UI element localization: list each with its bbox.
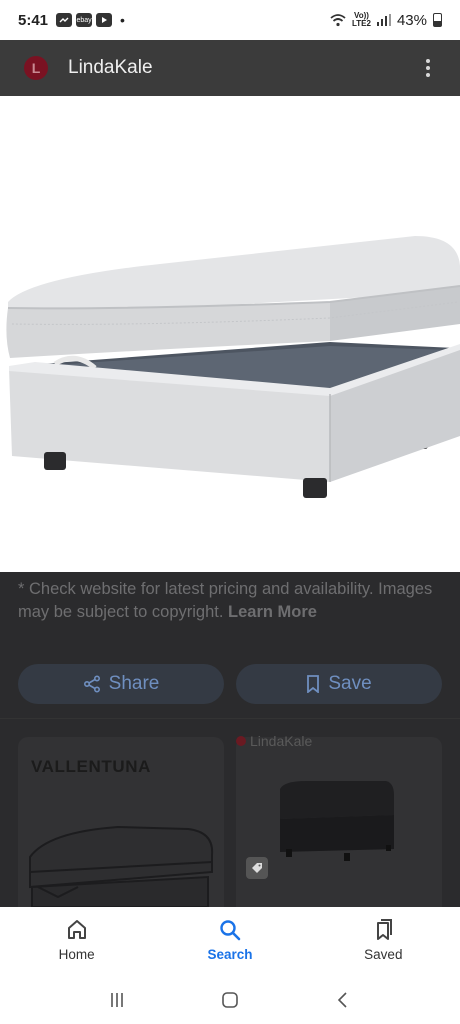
related-image-card[interactable]: VALLENTUNA bbox=[18, 737, 224, 907]
share-icon bbox=[83, 675, 100, 693]
youtube-icon bbox=[96, 13, 113, 27]
signal-icon bbox=[376, 14, 391, 26]
card-source-label: LindaKale bbox=[250, 733, 313, 749]
save-button[interactable]: Save bbox=[236, 664, 442, 704]
ottoman-thumbnail bbox=[280, 781, 394, 861]
nav-saved[interactable]: Saved bbox=[307, 907, 460, 975]
clock: 5:41 bbox=[18, 11, 49, 29]
save-label: Save bbox=[328, 673, 372, 694]
more-notifications-dot: • bbox=[120, 12, 125, 28]
divider bbox=[0, 718, 460, 719]
nav-home-label: Home bbox=[58, 947, 95, 962]
home-button-icon[interactable] bbox=[220, 990, 240, 1010]
volte-indicator: Vo)) LTE2 bbox=[352, 12, 371, 28]
learn-more-link[interactable]: Learn More bbox=[228, 603, 317, 621]
nav-home[interactable]: Home bbox=[0, 907, 153, 975]
bottom-navigation: Home Search Saved bbox=[0, 907, 460, 975]
battery-percent: 43% bbox=[396, 11, 427, 29]
ottoman-thumbnail bbox=[29, 825, 214, 907]
ebay-icon: ebay bbox=[76, 13, 93, 27]
site-logo-icon: L bbox=[24, 56, 48, 80]
volte-bottom: LTE2 bbox=[352, 19, 371, 28]
saved-collections-icon bbox=[377, 919, 393, 940]
image-details-panel: * Check website for latest pricing and a… bbox=[0, 572, 460, 907]
back-icon[interactable] bbox=[333, 990, 353, 1010]
more-options-icon[interactable] bbox=[420, 53, 436, 83]
nav-search[interactable]: Search bbox=[153, 907, 306, 975]
storage-ottoman-illustration bbox=[6, 236, 460, 498]
tag-icon bbox=[246, 857, 268, 879]
related-image-card[interactable] bbox=[236, 737, 442, 907]
share-label: Share bbox=[108, 673, 160, 694]
system-navigation-bar bbox=[0, 975, 460, 1024]
messenger-icon bbox=[56, 13, 73, 27]
site-title[interactable]: LindaKale bbox=[68, 57, 153, 79]
nav-saved-label: Saved bbox=[364, 947, 403, 962]
nav-search-label: Search bbox=[207, 947, 253, 962]
wifi-icon bbox=[330, 13, 346, 26]
card-source: LindaKale bbox=[236, 733, 312, 749]
home-icon bbox=[67, 920, 86, 939]
share-button[interactable]: Share bbox=[18, 664, 224, 704]
recent-apps-icon[interactable] bbox=[107, 990, 127, 1010]
disclaimer-text: * Check website for latest pricing and a… bbox=[18, 580, 433, 621]
bookmark-icon bbox=[307, 675, 320, 693]
search-icon bbox=[220, 920, 241, 941]
product-image[interactable] bbox=[0, 96, 460, 572]
source-logo-icon bbox=[236, 736, 246, 746]
status-bar: 5:41 ebay • Vo)) LTE2 43% bbox=[0, 0, 460, 40]
copyright-disclaimer: * Check website for latest pricing and a… bbox=[18, 578, 448, 624]
app-bar: L LindaKale bbox=[0, 40, 460, 96]
battery-icon bbox=[433, 13, 442, 27]
